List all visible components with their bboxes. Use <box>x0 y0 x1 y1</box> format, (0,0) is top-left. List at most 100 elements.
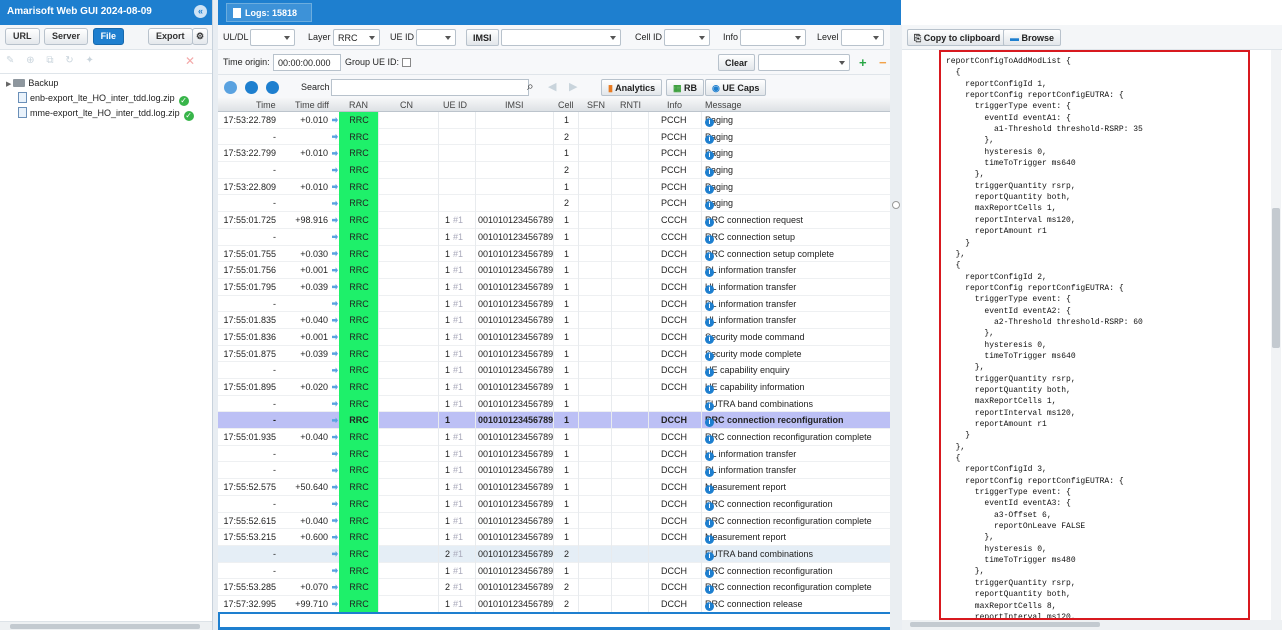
table-row[interactable]: - RRC 2 PCCH i Paging <box>218 128 901 146</box>
info-select[interactable] <box>740 29 806 46</box>
clear-button[interactable]: Clear <box>718 54 755 71</box>
table-row[interactable]: 17:53:22.799 +0.010 RRC 1 PCCH i Paging <box>218 145 901 163</box>
time-origin-input[interactable]: 00:00:00.000 <box>273 54 341 71</box>
copy-to-clipboard-button[interactable]: ⎘ Copy to clipboard <box>907 29 1008 46</box>
cell-info: DCCH <box>661 331 687 342</box>
direction-arrow-icon <box>332 600 338 607</box>
add-icon[interactable]: + <box>859 55 867 70</box>
col-rnti[interactable]: RNTI <box>620 100 641 110</box>
table-row[interactable]: - RRC 2 PCCH i Paging <box>218 195 901 213</box>
direction-arrow-icon <box>332 250 338 257</box>
table-row[interactable]: - RRC 1 #1 001010123456789 1 DCCH i RRC connecti… <box>218 495 901 513</box>
server-button[interactable]: Server <box>44 28 89 45</box>
col-info[interactable]: Info <box>667 100 682 110</box>
info-icon: i <box>705 601 714 611</box>
table-row[interactable]: 17:55:53.285 +0.070 RRC 2 #1 001010123456789 2… <box>218 579 901 597</box>
refresh-icon[interactable]: ↻ <box>65 55 73 66</box>
binoculars-icon[interactable]: ⌕ <box>527 79 534 94</box>
tree-folder[interactable]: ▶ Backup <box>6 76 206 91</box>
arrow-left-icon[interactable] <box>245 81 258 94</box>
table-row[interactable]: 17:55:01.875 +0.039 RRC 1 #1 001010123456789 1… <box>218 345 901 363</box>
table-row[interactable]: - RRC 1 #1 001010123456789 1 DCCH i UE capabilit… <box>218 362 901 380</box>
table-row[interactable]: - RRC 1 #1 001010123456789 1 CCCH i RRC connecti… <box>218 228 901 246</box>
imsi-button[interactable]: IMSI <box>466 29 499 46</box>
table-row[interactable]: 17:55:01.836 +0.001 RRC 1 #1 001010123456789 1… <box>218 328 901 346</box>
ueid-select[interactable] <box>416 29 456 46</box>
table-row[interactable]: 17:55:01.725 +98.916 RRC 1 #1 001010123456789… <box>218 212 901 230</box>
col-time[interactable]: Time <box>256 100 276 110</box>
table-row[interactable]: 17:55:52.615 +0.040 RRC 1 #1 001010123456789 1… <box>218 512 901 530</box>
tree-file[interactable]: mme-export_lte_HO_inter_tdd.log.zip ✓ <box>6 106 206 121</box>
table-row[interactable]: 17:55:01.835 +0.040 RRC 1 #1 001010123456789 1… <box>218 312 901 330</box>
info-icon: i <box>705 201 714 211</box>
group-ueid-checkbox[interactable] <box>402 58 411 67</box>
url-button[interactable]: URL <box>5 28 40 45</box>
table-row[interactable]: - RRC 1 #1 001010123456789 1 DCCH i DL informati… <box>218 462 901 480</box>
table-row[interactable]: - RRC 1 #1 001010123456789 1 DCCH i UL informati… <box>218 445 901 463</box>
detail-vertical-scrollbar[interactable] <box>1271 50 1281 620</box>
settings-icon[interactable]: ⚙ <box>192 28 209 45</box>
cell-ue-hash: #1 <box>453 432 464 443</box>
table-row[interactable]: 17:57:32.995 +99.710 RRC 1 #1 001010123456789… <box>218 595 901 612</box>
detail-horizontal-scrollbar[interactable] <box>902 620 1282 630</box>
tab-logs[interactable]: Logs: 15818 <box>226 3 312 22</box>
col-ueid[interactable]: UE ID <box>443 100 467 110</box>
col-ran[interactable]: RAN <box>349 100 368 110</box>
imsi-select[interactable] <box>501 29 621 46</box>
right-splitter[interactable] <box>890 25 902 630</box>
ue-caps-button[interactable]: ◉ UE Caps <box>705 79 767 96</box>
analytics-button[interactable]: ▮ Analytics <box>601 79 663 96</box>
table-row[interactable]: - RRC 1 #1 001010123456789 1 i EUTRA band combi… <box>218 395 901 413</box>
search-icon[interactable]: ✎ <box>6 55 14 66</box>
filter-preset-select[interactable] <box>758 54 850 71</box>
prev-match-icon[interactable]: ◀ <box>548 80 556 93</box>
table-row[interactable]: 17:53:22.809 +0.010 RRC 1 PCCH i Paging <box>218 178 901 196</box>
direction-arrow-icon <box>332 233 338 240</box>
col-sfn[interactable]: SFN <box>587 100 605 110</box>
table-row[interactable]: - RRC 1 #1 001010123456789 1 DCCH i RRC connecti… <box>218 562 901 580</box>
tree-file[interactable]: enb-export_lte_HO_inter_tdd.log.zip ✓ <box>6 91 206 106</box>
add-icon[interactable]: ⊕ <box>26 55 34 66</box>
table-row[interactable]: 17:55:01.895 +0.020 RRC 1 #1 001010123456789 1… <box>218 379 901 396</box>
col-time-diff[interactable]: Time diff <box>295 100 329 110</box>
cellid-select[interactable] <box>664 29 710 46</box>
cell-time: - <box>273 365 276 376</box>
pin-icon[interactable]: ✦ <box>85 55 93 66</box>
cell-ran: RRC <box>339 245 379 263</box>
table-row[interactable]: 17:55:52.575 +50.640 RRC 1 #1 001010123456789… <box>218 479 901 497</box>
left-horizontal-scrollbar[interactable] <box>0 621 212 630</box>
table-row[interactable]: - RRC 1 #1 001010123456789 1 DCCH i DL informati… <box>218 295 901 313</box>
table-row[interactable]: 17:53:22.789 +0.010 RRC 1 PCCH i Paging <box>218 112 901 129</box>
next-match-icon[interactable]: ▶ <box>569 80 577 93</box>
search-input[interactable] <box>331 79 529 96</box>
browse-button[interactable]: ▬ Browse <box>1003 29 1062 46</box>
table-row[interactable]: - RRC 2 #1 001010123456789 2 i EUTRA band combi… <box>218 545 901 563</box>
close-icon[interactable]: ✕ <box>185 54 195 68</box>
table-row[interactable]: 17:55:01.795 +0.039 RRC 1 #1 001010123456789 1… <box>218 278 901 296</box>
col-cell[interactable]: Cell <box>558 100 574 110</box>
copy-icon[interactable]: ⧉ <box>46 55 53 66</box>
uldl-select[interactable] <box>250 29 295 46</box>
file-button[interactable]: File <box>92 28 125 45</box>
col-cn[interactable]: CN <box>400 100 413 110</box>
rb-button[interactable]: ▦ RB <box>666 79 705 96</box>
col-imsi[interactable]: IMSI <box>505 100 524 110</box>
cell-message: i Paging <box>705 148 734 161</box>
collapse-left-icon[interactable]: « <box>194 5 207 18</box>
cell-cell: 1 <box>564 448 570 459</box>
table-row[interactable]: 17:55:01.755 +0.030 RRC 1 #1 001010123456789 1… <box>218 245 901 263</box>
center-bottom-bar <box>218 612 901 630</box>
table-row[interactable]: 17:55:01.935 +0.040 RRC 1 #1 001010123456789 1… <box>218 429 901 447</box>
arrow-right-icon[interactable] <box>266 81 279 94</box>
remove-icon[interactable]: − <box>879 55 887 70</box>
layer-select[interactable]: RRC <box>333 29 380 46</box>
cell-imsi: 001010123456789 <box>478 231 554 242</box>
table-row[interactable]: 17:55:01.756 +0.001 RRC 1 #1 001010123456789 1… <box>218 262 901 280</box>
table-row[interactable]: - RRC 1 001010123456789 1 DCCH i RRC connection… <box>218 412 901 430</box>
col-message[interactable]: Message <box>705 100 742 110</box>
table-row[interactable]: - RRC 2 PCCH i Paging <box>218 162 901 180</box>
clock-icon[interactable] <box>224 81 237 94</box>
table-row[interactable]: 17:55:53.215 +0.600 RRC 1 #1 001010123456789 1… <box>218 529 901 547</box>
export-button[interactable]: Export <box>148 28 193 45</box>
level-select[interactable] <box>841 29 884 46</box>
